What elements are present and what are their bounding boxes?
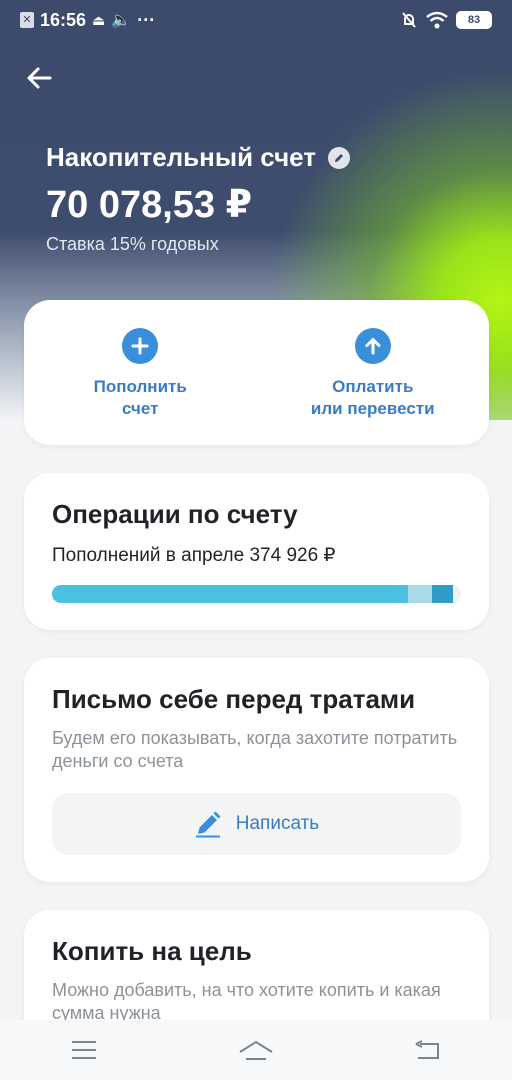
actions-card: Пополнить счет Оплатить или перевести bbox=[24, 300, 489, 445]
letter-title: Письмо себе перед тратами bbox=[52, 684, 416, 714]
edit-title-button[interactable] bbox=[328, 146, 351, 169]
operations-summary: Пополнений в апреле 374 926 ₽ bbox=[52, 545, 336, 566]
letter-card: Письмо себе перед тратами Будем его пока… bbox=[24, 658, 489, 882]
top-up-label-line2: счет bbox=[122, 399, 159, 418]
menu-icon[interactable] bbox=[70, 1039, 98, 1061]
back-arrow-icon[interactable] bbox=[24, 62, 56, 94]
battery-indicator: 83 bbox=[456, 11, 492, 29]
more-status-icon: ··· bbox=[137, 9, 156, 30]
goal-title: Копить на цель bbox=[52, 936, 252, 966]
system-nav-bar bbox=[0, 1020, 512, 1080]
goal-description: Можно добавить, на что хотите копить и к… bbox=[52, 980, 441, 1023]
pencil-icon bbox=[195, 811, 221, 838]
status-time: 16:56 bbox=[40, 9, 87, 30]
alarm-off-icon bbox=[402, 12, 416, 28]
wifi-icon bbox=[426, 11, 448, 29]
back-nav-icon[interactable] bbox=[414, 1039, 442, 1061]
write-button-label: Написать bbox=[235, 813, 320, 834]
home-icon[interactable] bbox=[238, 1039, 274, 1061]
pay-label-line1: Оплатить bbox=[332, 377, 414, 396]
operations-title: Операции по счету bbox=[52, 499, 298, 529]
operations-progress-bar bbox=[52, 585, 461, 603]
account-title: Накопительный счет bbox=[46, 142, 317, 172]
pay-transfer-button[interactable]: Оплатить или перевести bbox=[257, 300, 490, 445]
status-bar: ✕ 16:56 ⏏ 🔈 ··· 83 bbox=[0, 0, 512, 40]
arrow-up-icon bbox=[354, 328, 391, 364]
sim-icon: ✕ bbox=[20, 12, 34, 28]
letter-description: Будем его показывать, когда захотите пот… bbox=[52, 728, 458, 771]
account-balance: 70 078,53 ₽ bbox=[46, 184, 253, 226]
pencil-icon bbox=[335, 153, 344, 162]
pay-label-line2: или перевести bbox=[310, 399, 435, 418]
interest-rate: Ставка 15% годовых bbox=[46, 234, 219, 254]
account-title-row: Накопительный счет bbox=[46, 142, 351, 173]
operations-card[interactable]: Операции по счету Пополнений в апреле 37… bbox=[24, 473, 489, 630]
top-up-label-line1: Пополнить bbox=[93, 377, 187, 396]
top-up-button[interactable]: Пополнить счет bbox=[24, 300, 257, 445]
mute-icon: 🔈 bbox=[111, 12, 132, 29]
write-button[interactable]: Написать bbox=[52, 793, 461, 855]
plus-icon bbox=[122, 328, 159, 364]
bar-segment-secondary bbox=[407, 585, 433, 603]
bar-segment-main bbox=[52, 585, 408, 603]
bar-segment-tertiary bbox=[432, 585, 453, 603]
ethernet-icon: ⏏ bbox=[92, 11, 106, 28]
